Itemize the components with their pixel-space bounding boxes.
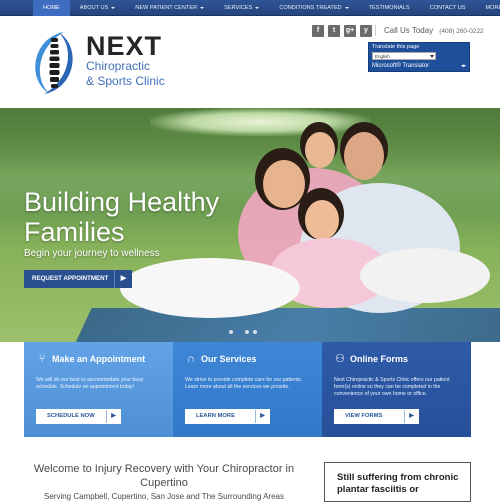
brand-tagline-1: Chiropractic (86, 59, 151, 73)
online-forms-icon: ⚇ (335, 353, 345, 365)
chevron-right-icon: ▶ (404, 410, 418, 423)
slider-dots (229, 330, 257, 334)
social-links: f t g+ y (312, 25, 372, 37)
panel-body: We strive to provide complete care for o… (185, 377, 303, 390)
callout-text: Still suffering from chronic plantar fas… (337, 472, 459, 495)
top-navigation: Home About Us New Patient Center Services Co… (0, 0, 500, 16)
language-select[interactable]: English (372, 52, 436, 60)
cutlery-icon: ⑂ (38, 353, 46, 365)
google-plus-icon[interactable]: g+ (344, 25, 356, 37)
request-appointment-label: Request Appointment (32, 275, 109, 282)
slider-dot[interactable] (245, 330, 249, 334)
schedule-now-button[interactable]: Schedule Now ▶ (36, 409, 121, 424)
call-label: Call Us Today (384, 26, 434, 35)
brand-name: NEXT (86, 31, 163, 61)
plantar-fasciitis-callout[interactable]: Still suffering from chronic plantar fas… (324, 462, 471, 502)
caret-down-icon (344, 6, 349, 9)
caret-down-icon (255, 6, 260, 9)
header-divider (375, 25, 376, 36)
services-panel: ∩ Our Services We strive to provide comp… (173, 342, 322, 437)
translator-title: Translate this page (372, 44, 420, 50)
facebook-icon[interactable]: f (312, 25, 324, 37)
nav-item-more[interactable]: More (475, 0, 500, 16)
headset-icon: ∩ (187, 353, 195, 365)
phone-number[interactable]: (408) 260-0222 (439, 28, 483, 35)
brand-tagline-2: & Sports Clinic (86, 74, 165, 88)
view-forms-button[interactable]: View Forms ▶ (334, 409, 419, 424)
nav-item-services[interactable]: Services (214, 0, 269, 16)
nav-item-label: Contact Us (429, 5, 466, 11)
chevron-right-icon: ▶ (255, 410, 269, 423)
panel-body: Next Chiropractic & Sports Clinic offers… (334, 377, 450, 397)
caret-down-icon (111, 6, 116, 9)
chevron-down-icon (430, 55, 434, 58)
panel-body: We will do our best to accommodate your … (36, 377, 144, 390)
nav-item-label: New Patient Center (135, 5, 198, 11)
nav-item-label: Testimonials (368, 5, 410, 11)
nav-item-label: Conditions Treated (279, 5, 342, 11)
translator-arrows-icon[interactable]: ◂▸ (461, 63, 466, 69)
caret-down-icon (200, 6, 205, 9)
nav-item-new-patient-center[interactable]: New Patient Center (125, 0, 214, 16)
nav-item-contact-us[interactable]: Contact Us (420, 0, 476, 16)
hero-title-line-2: Families (24, 217, 125, 247)
learn-more-button[interactable]: Learn More ▶ (185, 409, 270, 424)
slider-dot[interactable] (229, 330, 233, 334)
nav-item-label: Home (43, 5, 60, 11)
language-select-value: English (375, 54, 390, 59)
hero-banner: Building Healthy Families Begin your jou… (0, 108, 500, 342)
learn-more-label: Learn More (196, 413, 235, 419)
translator-widget: Translate this page English Microsoft® T… (368, 42, 470, 72)
schedule-now-label: Schedule Now (47, 413, 95, 419)
appointment-panel: ⑂ Make an Appointment We will do our bes… (24, 342, 173, 437)
twitter-icon[interactable]: t (328, 25, 340, 37)
nav-item-label: More (485, 5, 500, 11)
slider-dot[interactable] (253, 330, 257, 334)
site-header: NEXT Chiropractic & Sports Clinic f t g+ y … (0, 16, 500, 108)
view-forms-label: View Forms (345, 413, 383, 419)
yelp-icon[interactable]: y (360, 25, 372, 37)
serving-areas-text: Serving Campbell, Cupertino, San Jose an… (44, 492, 284, 501)
hero-picnic-blanket (68, 308, 500, 342)
nav-item-testimonials[interactable]: Testimonials (359, 0, 420, 16)
nav-item-label: Services (224, 5, 253, 11)
chevron-right-icon: ▶ (114, 270, 132, 288)
slider-dot[interactable] (237, 330, 241, 334)
nav-menu: Home About Us New Patient Center Services Co… (33, 0, 500, 16)
translator-brand: Microsoft® Translator (372, 63, 430, 69)
chevron-right-icon: ▶ (106, 410, 120, 423)
hero-title-line-1: Building Healthy (24, 187, 220, 217)
panel-title: Online Forms (350, 354, 409, 364)
request-appointment-button[interactable]: Request Appointment ▶ (24, 270, 132, 288)
online-forms-panel: ⚇ Online Forms Next Chiropractic & Sport… (322, 342, 471, 437)
spine-logo-icon[interactable] (24, 28, 84, 98)
nav-item-conditions-treated[interactable]: Conditions Treated (269, 0, 358, 16)
hero-background-light (150, 108, 370, 136)
panel-title: Our Services (201, 354, 257, 364)
nav-item-about-us[interactable]: About Us (70, 0, 126, 16)
panel-title: Make an Appointment (52, 354, 146, 364)
nav-item-label: About Us (79, 5, 109, 11)
welcome-heading: Welcome to Injury Recovery with Your Chi… (33, 463, 295, 489)
hero-subtitle: Begin your journey to wellness (24, 248, 160, 259)
nav-item-home[interactable]: Home (33, 0, 70, 16)
call-us: Call Us Today (408) 260-0222 (384, 26, 484, 37)
